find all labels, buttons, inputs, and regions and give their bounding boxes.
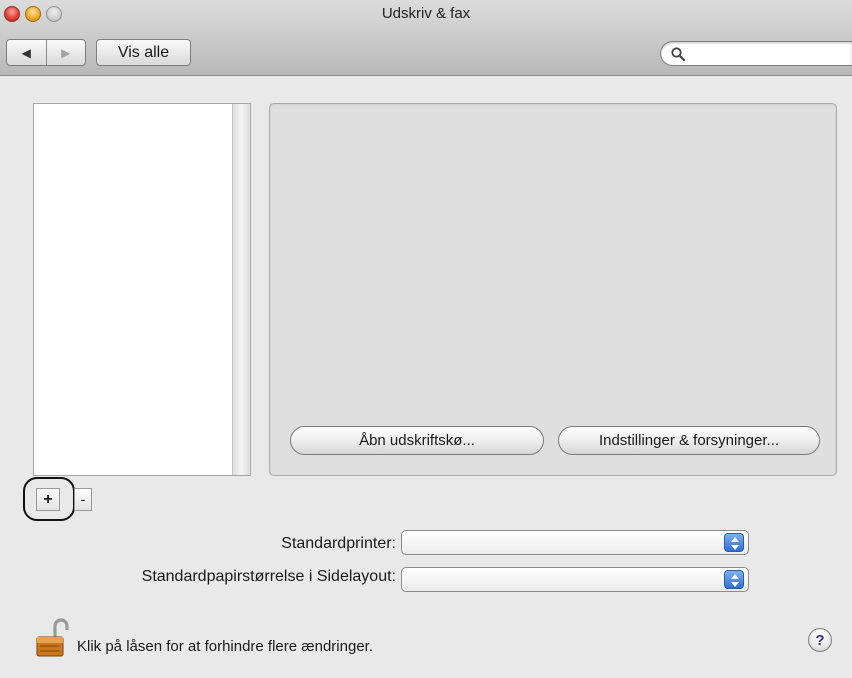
popup-arrows-icon xyxy=(724,570,744,589)
forward-arrow-icon: ▶ xyxy=(61,45,71,60)
back-arrow-icon: ◀ xyxy=(21,45,31,60)
show-all-button[interactable]: Vis alle xyxy=(96,39,191,66)
popup-arrows-icon xyxy=(724,533,744,552)
remove-printer-button[interactable]: - xyxy=(74,488,92,511)
printer-list-scrollbar[interactable] xyxy=(232,104,250,475)
window-title: Udskriv & fax xyxy=(381,5,471,22)
open-print-queue-button[interactable]: Åbn udskriftskø... xyxy=(290,426,544,455)
toolbar: Udskriv & fax ◀ ▶ Vis alle xyxy=(0,0,852,76)
forward-button[interactable]: ▶ xyxy=(45,40,86,65)
default-printer-popup[interactable] xyxy=(401,530,749,555)
search-icon xyxy=(671,47,686,62)
back-forward-control: ◀ ▶ xyxy=(6,39,86,66)
print-fax-window: Udskriv & fax ◀ ▶ Vis alle + - Åbn udskr… xyxy=(0,0,852,678)
unlocked-padlock-icon[interactable] xyxy=(35,617,71,657)
default-paper-size-popup[interactable] xyxy=(401,567,749,592)
back-button[interactable]: ◀ xyxy=(7,40,46,65)
printer-details-panel xyxy=(269,103,837,476)
printer-list[interactable] xyxy=(33,103,251,476)
help-icon[interactable]: ? xyxy=(808,628,832,652)
default-paper-size-label: Standardpapirstørrelse i Sidelayout: xyxy=(141,568,396,585)
default-printer-label: Standardprinter: xyxy=(281,535,396,552)
lock-hint-text: Klik på låsen for at forhindre flere ænd… xyxy=(77,638,373,655)
add-printer-button[interactable]: + xyxy=(36,488,60,511)
options-supplies-button[interactable]: Indstillinger & forsyninger... xyxy=(558,426,820,455)
search-input[interactable] xyxy=(660,41,852,66)
